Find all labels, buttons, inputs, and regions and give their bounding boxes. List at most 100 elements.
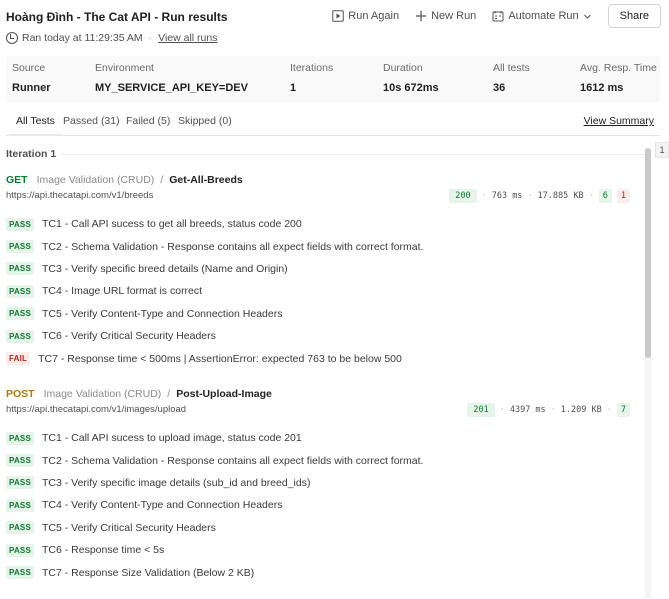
play-icon: [332, 10, 345, 22]
test-name: TC1 - Call API sucess to upload image, s…: [42, 432, 302, 445]
tab-passed[interactable]: Passed (31): [63, 115, 120, 127]
status-badge: 200: [449, 189, 477, 203]
test-name: TC6 - Response time < 5s: [42, 544, 165, 557]
test-name: TC4 - Image URL format is correct: [42, 285, 203, 298]
run-again-button[interactable]: Run Again: [326, 6, 405, 26]
view-summary-link[interactable]: View Summary: [584, 115, 654, 127]
stat-iterations: Iterations 1: [290, 62, 333, 94]
request-name: Post-Upload-Image: [176, 388, 272, 400]
tab-failed[interactable]: Failed (5): [126, 115, 170, 127]
test-row: PASS TC3 - Verify specific image details …: [6, 472, 636, 494]
stat-label: Source: [12, 62, 46, 74]
request-header[interactable]: GET Image Validation (CRUD) / Get-All-Br…: [6, 174, 636, 186]
stat-source: Source Runner: [12, 62, 51, 94]
request-block: POST Image Validation (CRUD) / Post-Uplo…: [6, 388, 636, 584]
test-name: TC5 - Verify Critical Security Headers: [42, 521, 216, 534]
request-method: GET: [6, 174, 28, 186]
passed-count-badge: 7: [616, 403, 630, 417]
response-time: 763 ms: [491, 191, 523, 201]
test-name: TC3 - Verify specific image details (sub…: [42, 476, 311, 489]
results-tabs: All Tests Passed (31) Failed (5) Skipped…: [6, 112, 660, 136]
automate-run-label: Automate Run: [508, 10, 579, 22]
test-name: TC5 - Verify Content-Type and Connection…: [42, 307, 283, 320]
test-row: PASS TC5 - Verify Critical Security Heade…: [6, 517, 636, 539]
stat-value: Runner: [12, 82, 51, 94]
new-run-button[interactable]: New Run: [409, 6, 482, 26]
view-all-runs-link[interactable]: View all runs: [158, 32, 217, 44]
automate-run-button[interactable]: Automate Run: [486, 6, 597, 26]
test-row: PASS TC7 - Response Size Validation (Belo…: [6, 561, 636, 583]
test-status-badge: PASS: [6, 284, 34, 298]
run-again-label: Run Again: [348, 10, 400, 22]
test-list: PASS TC1 - Call API sucess to upload imag…: [6, 427, 636, 584]
test-row: PASS TC2 - Schema Validation - Response c…: [6, 235, 636, 257]
results-list: Iteration 1 GET Image Validation (CRUD) …: [0, 140, 650, 599]
chevron-down-icon: [583, 14, 591, 19]
request-url-row: https://api.thecatapi.com/v1/breeds 200 …: [6, 189, 636, 207]
test-name: TC2 - Schema Validation - Response conta…: [42, 454, 424, 467]
test-row: PASS TC1 - Call API sucess to upload imag…: [6, 427, 636, 449]
iteration-counter[interactable]: 1: [655, 142, 669, 158]
request-folder: Image Validation (CRUD): [36, 174, 155, 186]
test-name: TC7 - Response time < 500ms | AssertionE…: [38, 352, 402, 365]
scrollbar-thumb[interactable]: [645, 148, 651, 358]
status-badge: 201: [467, 403, 495, 417]
response-time: 4397 ms: [509, 405, 546, 415]
test-name: TC1 - Call API sucess to get all breeds,…: [42, 218, 302, 231]
test-row: PASS TC6 - Verify Critical Security Heade…: [6, 325, 636, 347]
separator: ·: [527, 191, 533, 201]
request-header[interactable]: POST Image Validation (CRUD) / Post-Uplo…: [6, 388, 636, 400]
response-size: 1.209 KB: [560, 405, 602, 415]
page-title: Hoàng Đình - The Cat API - Run results: [6, 10, 228, 24]
response-size: 17.885 KB: [537, 191, 584, 201]
stat-value: 1: [290, 82, 297, 94]
iteration-header: Iteration 1: [6, 148, 646, 160]
stat-all-tests: All tests 36: [493, 62, 530, 94]
stat-duration: Duration 10s 672ms: [383, 62, 439, 94]
test-list: PASS TC1 - Call API sucess to get all bre…: [6, 213, 636, 370]
separator: ·: [481, 191, 487, 201]
tab-skipped[interactable]: Skipped (0): [178, 115, 232, 127]
request-metrics: 200 · 763 ms · 17.885 KB · 6 1: [449, 189, 630, 203]
test-row: PASS TC6 - Response time < 5s: [6, 539, 636, 561]
test-row: PASS TC2 - Schema Validation - Response c…: [6, 449, 636, 471]
request-name: Get-All-Breeds: [169, 174, 243, 186]
test-row: PASS TC4 - Image URL format is correct: [6, 280, 636, 302]
test-row: PASS TC5 - Verify Content-Type and Connec…: [6, 303, 636, 325]
test-status-badge: PASS: [6, 543, 34, 557]
stat-value: 1612 ms: [580, 82, 624, 94]
run-timestamp: Ran today at 11:29:35 AM · View all runs: [6, 32, 217, 44]
stat-label: Iterations: [290, 62, 334, 74]
request-block: GET Image Validation (CRUD) / Get-All-Br…: [6, 174, 636, 370]
separator: ·: [550, 405, 556, 415]
test-row: FAIL TC7 - Response time < 500ms | Assert…: [6, 347, 636, 369]
new-run-label: New Run: [431, 10, 477, 22]
separator: ·: [499, 405, 505, 415]
path-separator: /: [167, 388, 171, 400]
test-name: TC2 - Schema Validation - Response conta…: [42, 240, 424, 253]
test-status-badge: PASS: [6, 431, 34, 445]
test-status-badge: PASS: [6, 566, 34, 580]
request-url: https://api.thecatapi.com/v1/breeds: [6, 190, 154, 201]
failed-count-badge: 1: [616, 189, 630, 203]
stat-label: Duration: [383, 62, 423, 74]
test-status-badge: PASS: [6, 498, 34, 512]
test-status-badge: PASS: [6, 307, 34, 321]
test-name: TC7 - Response Size Validation (Below 2 …: [42, 566, 255, 579]
test-status-badge: PASS: [6, 521, 34, 535]
request-url-row: https://api.thecatapi.com/v1/images/uplo…: [6, 403, 636, 421]
test-name: TC4 - Verify Content-Type and Connection…: [42, 499, 283, 512]
stat-label: All tests: [493, 62, 530, 74]
separator: ·: [148, 32, 153, 44]
tab-all-tests[interactable]: All Tests: [16, 115, 55, 127]
test-status-badge: PASS: [6, 240, 34, 254]
test-row: PASS TC4 - Verify Content-Type and Connec…: [6, 494, 636, 516]
stat-avg-resp-time: Avg. Resp. Time 1612 ms: [580, 62, 657, 94]
stat-value: MY_SERVICE_API_KEY=DEV: [95, 82, 248, 94]
test-status-badge: PASS: [6, 262, 34, 276]
run-header: Hoàng Đình - The Cat API - Run results R…: [0, 0, 669, 52]
share-button[interactable]: Share: [607, 4, 661, 28]
test-status-badge: PASS: [6, 476, 34, 490]
active-tab-indicator: [9, 134, 62, 136]
request-url: https://api.thecatapi.com/v1/images/uplo…: [6, 404, 187, 415]
